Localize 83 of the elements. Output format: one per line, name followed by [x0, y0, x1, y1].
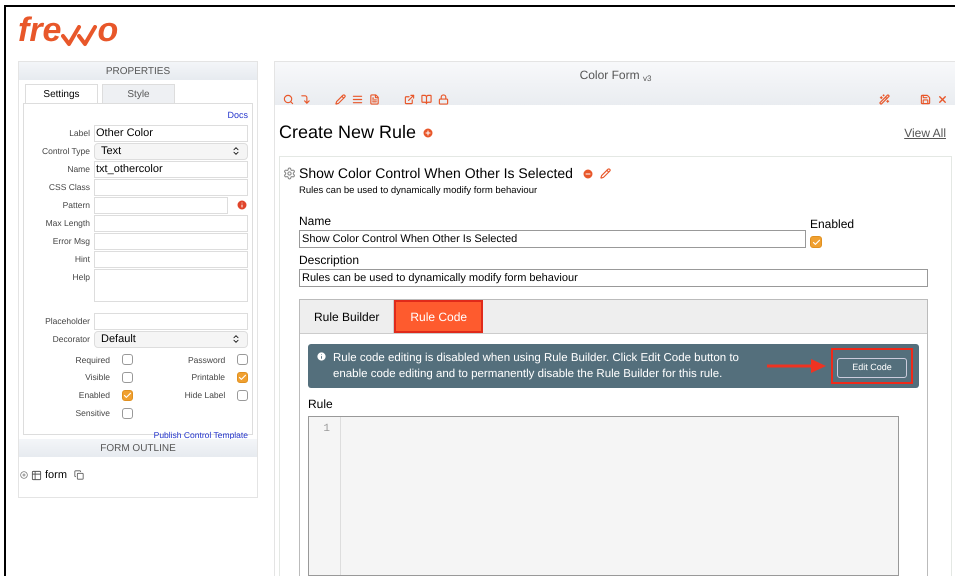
checkbox-label: Enabled: [78, 389, 110, 402]
field-label: Rule: [308, 397, 333, 412]
search-icon[interactable]: [283, 94, 294, 105]
save-icon[interactable]: [920, 94, 931, 105]
checkbox-label: Password: [186, 354, 226, 366]
field-label: Decorator: [52, 332, 90, 346]
checkbox-label: Sensitive: [74, 406, 110, 420]
field-label: Control Type: [40, 144, 90, 158]
input-field[interactable]: [94, 214, 248, 232]
view-all-link[interactable]: View All: [904, 124, 946, 142]
input-field[interactable]: txt_othercolor: [94, 160, 248, 178]
field-label: Name: [66, 162, 90, 176]
list-icon[interactable]: [352, 94, 363, 105]
panel-header: FORM OUTLINE: [19, 439, 257, 457]
checkmarks-icon: [61, 25, 98, 47]
dropdown-icon: [231, 146, 241, 156]
down-arrow-icon[interactable]: [300, 94, 311, 105]
checkbox[interactable]: [122, 372, 133, 384]
checkbox[interactable]: [237, 390, 248, 401]
arrow-icon: [767, 358, 827, 374]
checkbox[interactable]: [237, 372, 248, 384]
select-field[interactable]: Text: [94, 142, 248, 160]
add-icon[interactable]: [422, 126, 434, 138]
publish-link[interactable]: Publish Control Template: [154, 428, 248, 442]
form-icon: [31, 470, 42, 481]
tab[interactable]: Settings: [25, 84, 98, 104]
checkbox[interactable]: [237, 354, 248, 366]
logo: fre o: [18, 13, 118, 47]
field-label: Pattern: [62, 198, 90, 212]
input-field[interactable]: [94, 250, 248, 268]
expand-icon[interactable]: [20, 471, 28, 480]
panel-header: PROPERTIES: [19, 62, 257, 80]
external-link-icon[interactable]: [404, 94, 415, 105]
pencil-icon[interactable]: [600, 168, 611, 179]
field-label: Label: [68, 126, 90, 140]
lock-icon[interactable]: [438, 94, 449, 105]
field-label: Enabled: [810, 216, 854, 234]
docs-link[interactable]: Docs: [227, 109, 248, 122]
input-field[interactable]: [94, 312, 248, 330]
pencil-icon[interactable]: [335, 94, 346, 105]
copy-icon[interactable]: [74, 470, 84, 480]
field-label: CSS Class: [48, 180, 90, 194]
line-number: 1: [323, 422, 330, 438]
document-icon[interactable]: [369, 94, 380, 105]
field-label: Hint: [74, 252, 90, 266]
input-field[interactable]: [94, 196, 228, 214]
info-icon: [316, 351, 327, 362]
input-field[interactable]: Rules can be used to dynamically modify form behaviour: [299, 269, 928, 288]
input-field[interactable]: Other Color: [94, 124, 248, 142]
page-heading: Create New Rule: [279, 121, 416, 144]
field-label: Help: [72, 270, 90, 284]
checkbox[interactable]: [122, 354, 133, 366]
checkbox[interactable]: [122, 390, 133, 401]
field-label: Error Msg: [52, 234, 90, 248]
input-field[interactable]: Show Color Control When Other Is Selected: [299, 230, 806, 248]
form-title: Color Form $_{v3}$: [578, 67, 652, 84]
tree-item[interactable]: form: [45, 467, 67, 484]
info-icon: [236, 199, 248, 211]
input-field[interactable]: [94, 178, 248, 196]
field-label: Name: [299, 213, 332, 230]
checkbox-label: Hide Label: [184, 389, 226, 402]
rule-description: Rules can be used to dynamically modify form behaviour: [299, 184, 538, 198]
dropdown-icon: [231, 334, 241, 344]
close-icon[interactable]: [937, 94, 948, 105]
field-label: Description: [299, 252, 360, 270]
rule-title: Show Color Control When Other Is Selected: [299, 164, 573, 183]
select-field[interactable]: Default: [94, 330, 248, 348]
edit-code-button[interactable]: Edit Code: [837, 358, 907, 378]
remove-icon[interactable]: [582, 168, 594, 180]
field-label: Max Length: [44, 216, 90, 230]
notice-text: Rule code editing is disabled when using Rule Builder. Click Edit Code button to enable code editing and to permanently disable the Rule Builder for this rule.: [333, 351, 740, 382]
field-label: Placeholder: [44, 314, 90, 328]
checkbox[interactable]: [810, 236, 822, 248]
input-field[interactable]: [94, 232, 248, 250]
input-field[interactable]: [94, 268, 248, 302]
checkbox-label: Required: [74, 354, 110, 366]
magic-wand-icon[interactable]: [879, 94, 890, 105]
checkbox-label: Printable: [190, 371, 225, 384]
book-icon[interactable]: [421, 94, 432, 105]
checkbox-label: Visible: [84, 371, 110, 384]
gear-icon: [283, 167, 296, 180]
tab[interactable]: Style: [102, 84, 175, 104]
checkbox[interactable]: [122, 408, 133, 419]
